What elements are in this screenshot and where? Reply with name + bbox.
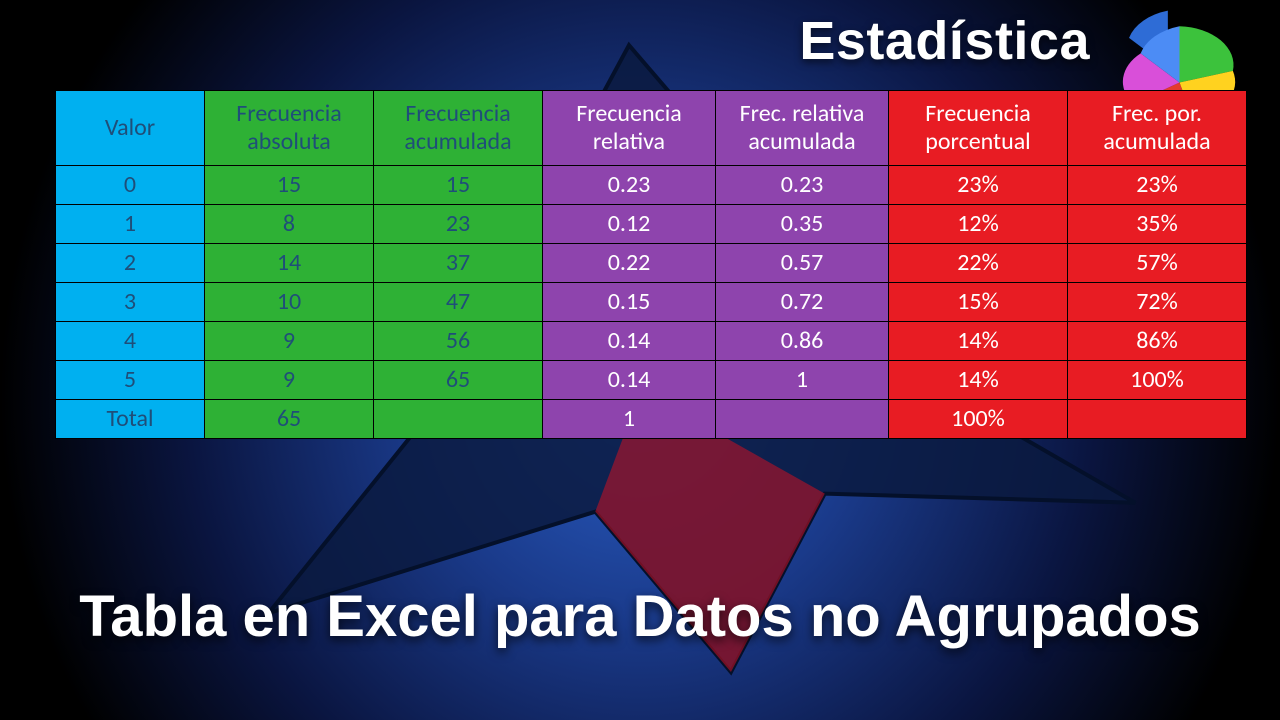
col-header-frec-relativa-acum: Frec. relativa acumulada: [716, 91, 889, 166]
cell-valor: 5: [56, 361, 205, 400]
cell-valor: 1: [56, 205, 205, 244]
cell-pct: 12%: [889, 205, 1068, 244]
cell-abs: 8: [205, 205, 374, 244]
cell-rel: 0.15: [543, 283, 716, 322]
cell-acum: 65: [374, 361, 543, 400]
col-header-valor: Valor: [56, 91, 205, 166]
col-header-frec-acumulada: Frecuencia acumulada: [374, 91, 543, 166]
col-header-frec-relativa: Frecuencia relativa: [543, 91, 716, 166]
cell-total-pctac: [1068, 400, 1247, 439]
cell-relac: 0.72: [716, 283, 889, 322]
cell-total-abs: 65: [205, 400, 374, 439]
table-body: 0 15 15 0.23 0.23 23% 23% 1 8 23 0.12 0.…: [56, 166, 1247, 439]
cell-rel: 0.23: [543, 166, 716, 205]
cell-relac: 0.57: [716, 244, 889, 283]
cell-total-relac: [716, 400, 889, 439]
cell-abs: 10: [205, 283, 374, 322]
slide-stage: Estadística Valor Frecuencia: [0, 0, 1280, 720]
cell-abs: 9: [205, 361, 374, 400]
cell-valor: 4: [56, 322, 205, 361]
cell-abs: 15: [205, 166, 374, 205]
cell-rel: 0.14: [543, 361, 716, 400]
cell-relac: 0.23: [716, 166, 889, 205]
cell-rel: 0.12: [543, 205, 716, 244]
cell-pct: 22%: [889, 244, 1068, 283]
cell-valor: 2: [56, 244, 205, 283]
table-row: 5 9 65 0.14 1 14% 100%: [56, 361, 1247, 400]
col-header-frec-porcentual: Frecuencia porcentual: [889, 91, 1068, 166]
cell-rel: 0.14: [543, 322, 716, 361]
page-title: Estadística: [799, 10, 1090, 72]
table-total-row: Total 65 1 100%: [56, 400, 1247, 439]
cell-total-acum: [374, 400, 543, 439]
cell-pct: 14%: [889, 361, 1068, 400]
cell-pctac: 72%: [1068, 283, 1247, 322]
cell-acum: 56: [374, 322, 543, 361]
cell-total-pct: 100%: [889, 400, 1068, 439]
cell-pct: 14%: [889, 322, 1068, 361]
cell-acum: 37: [374, 244, 543, 283]
col-header-frec-porcentual-acum: Frec. por. acumulada: [1068, 91, 1247, 166]
cell-abs: 14: [205, 244, 374, 283]
cell-pctac: 23%: [1068, 166, 1247, 205]
cell-abs: 9: [205, 322, 374, 361]
cell-pctac: 86%: [1068, 322, 1247, 361]
cell-acum: 15: [374, 166, 543, 205]
col-header-frec-absoluta: Frecuencia absoluta: [205, 91, 374, 166]
page-subtitle: Tabla en Excel para Datos no Agrupados: [50, 583, 1230, 650]
cell-relac: 0.86: [716, 322, 889, 361]
table-row: 2 14 37 0.22 0.57 22% 57%: [56, 244, 1247, 283]
table-row: 0 15 15 0.23 0.23 23% 23%: [56, 166, 1247, 205]
cell-total-rel: 1: [543, 400, 716, 439]
table-header-row: Valor Frecuencia absoluta Frecuencia acu…: [56, 91, 1247, 166]
cell-relac: 1: [716, 361, 889, 400]
cell-pct: 15%: [889, 283, 1068, 322]
table-row: 3 10 47 0.15 0.72 15% 72%: [56, 283, 1247, 322]
cell-acum: 47: [374, 283, 543, 322]
cell-pctac: 100%: [1068, 361, 1247, 400]
frequency-table: Valor Frecuencia absoluta Frecuencia acu…: [55, 90, 1247, 439]
cell-pct: 23%: [889, 166, 1068, 205]
table-row: 1 8 23 0.12 0.35 12% 35%: [56, 205, 1247, 244]
cell-valor: 3: [56, 283, 205, 322]
cell-pctac: 57%: [1068, 244, 1247, 283]
table-row: 4 9 56 0.14 0.86 14% 86%: [56, 322, 1247, 361]
cell-valor: 0: [56, 166, 205, 205]
cell-relac: 0.35: [716, 205, 889, 244]
cell-acum: 23: [374, 205, 543, 244]
cell-total-label: Total: [56, 400, 205, 439]
cell-rel: 0.22: [543, 244, 716, 283]
cell-pctac: 35%: [1068, 205, 1247, 244]
